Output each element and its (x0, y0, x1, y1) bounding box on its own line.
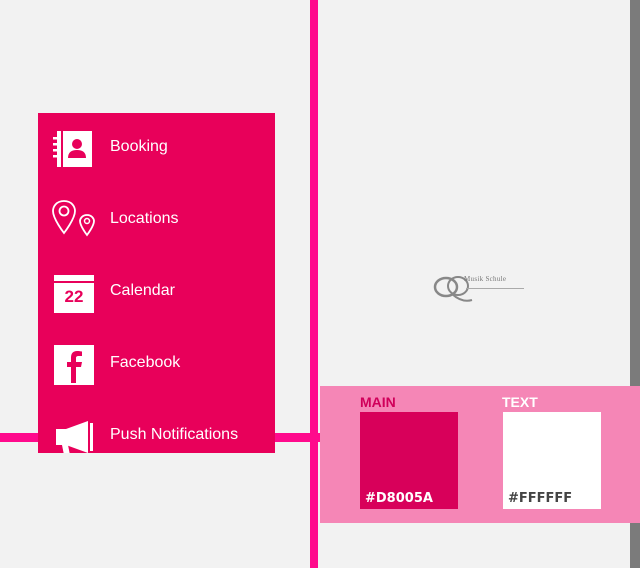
menu-item-label: Facebook (110, 354, 181, 371)
main-color-title: MAIN (360, 394, 396, 410)
menu-item-label: Calendar (110, 282, 175, 299)
menu-item-label: Booking (110, 138, 168, 155)
contacts-book-icon (52, 129, 96, 169)
menu-item-push-notifications[interactable]: Push Notifications (38, 401, 275, 453)
menu-item-label: Push Notifications (110, 426, 239, 443)
menu-item-label: Locations (110, 210, 179, 227)
logo-tagline-line (466, 288, 524, 289)
text-color-swatch: #FFFFFF (503, 412, 601, 509)
color-palette: MAIN #D8005A TEXT #FFFFFF (320, 386, 640, 523)
logo-text: Musik Schule (464, 275, 507, 283)
main-color-swatch: #D8005A (360, 412, 458, 509)
menu-item-calendar[interactable]: 22 Calendar (38, 257, 275, 329)
main-color-hex: #D8005A (365, 491, 433, 506)
map-pin-icon (52, 199, 96, 243)
side-menu: Booking Locations 22 Calendar Facebook P… (38, 113, 275, 453)
text-color-title: TEXT (502, 394, 538, 410)
facebook-icon (52, 345, 96, 385)
text-color-hex: #FFFFFF (508, 491, 573, 506)
megaphone-icon (52, 417, 96, 453)
vertical-divider (310, 0, 318, 568)
menu-item-facebook[interactable]: Facebook (38, 329, 275, 401)
menu-item-booking[interactable]: Booking (38, 113, 275, 185)
menu-item-locations[interactable]: Locations (38, 185, 275, 257)
calendar-icon: 22 (52, 273, 96, 313)
calendar-day: 22 (64, 287, 84, 306)
